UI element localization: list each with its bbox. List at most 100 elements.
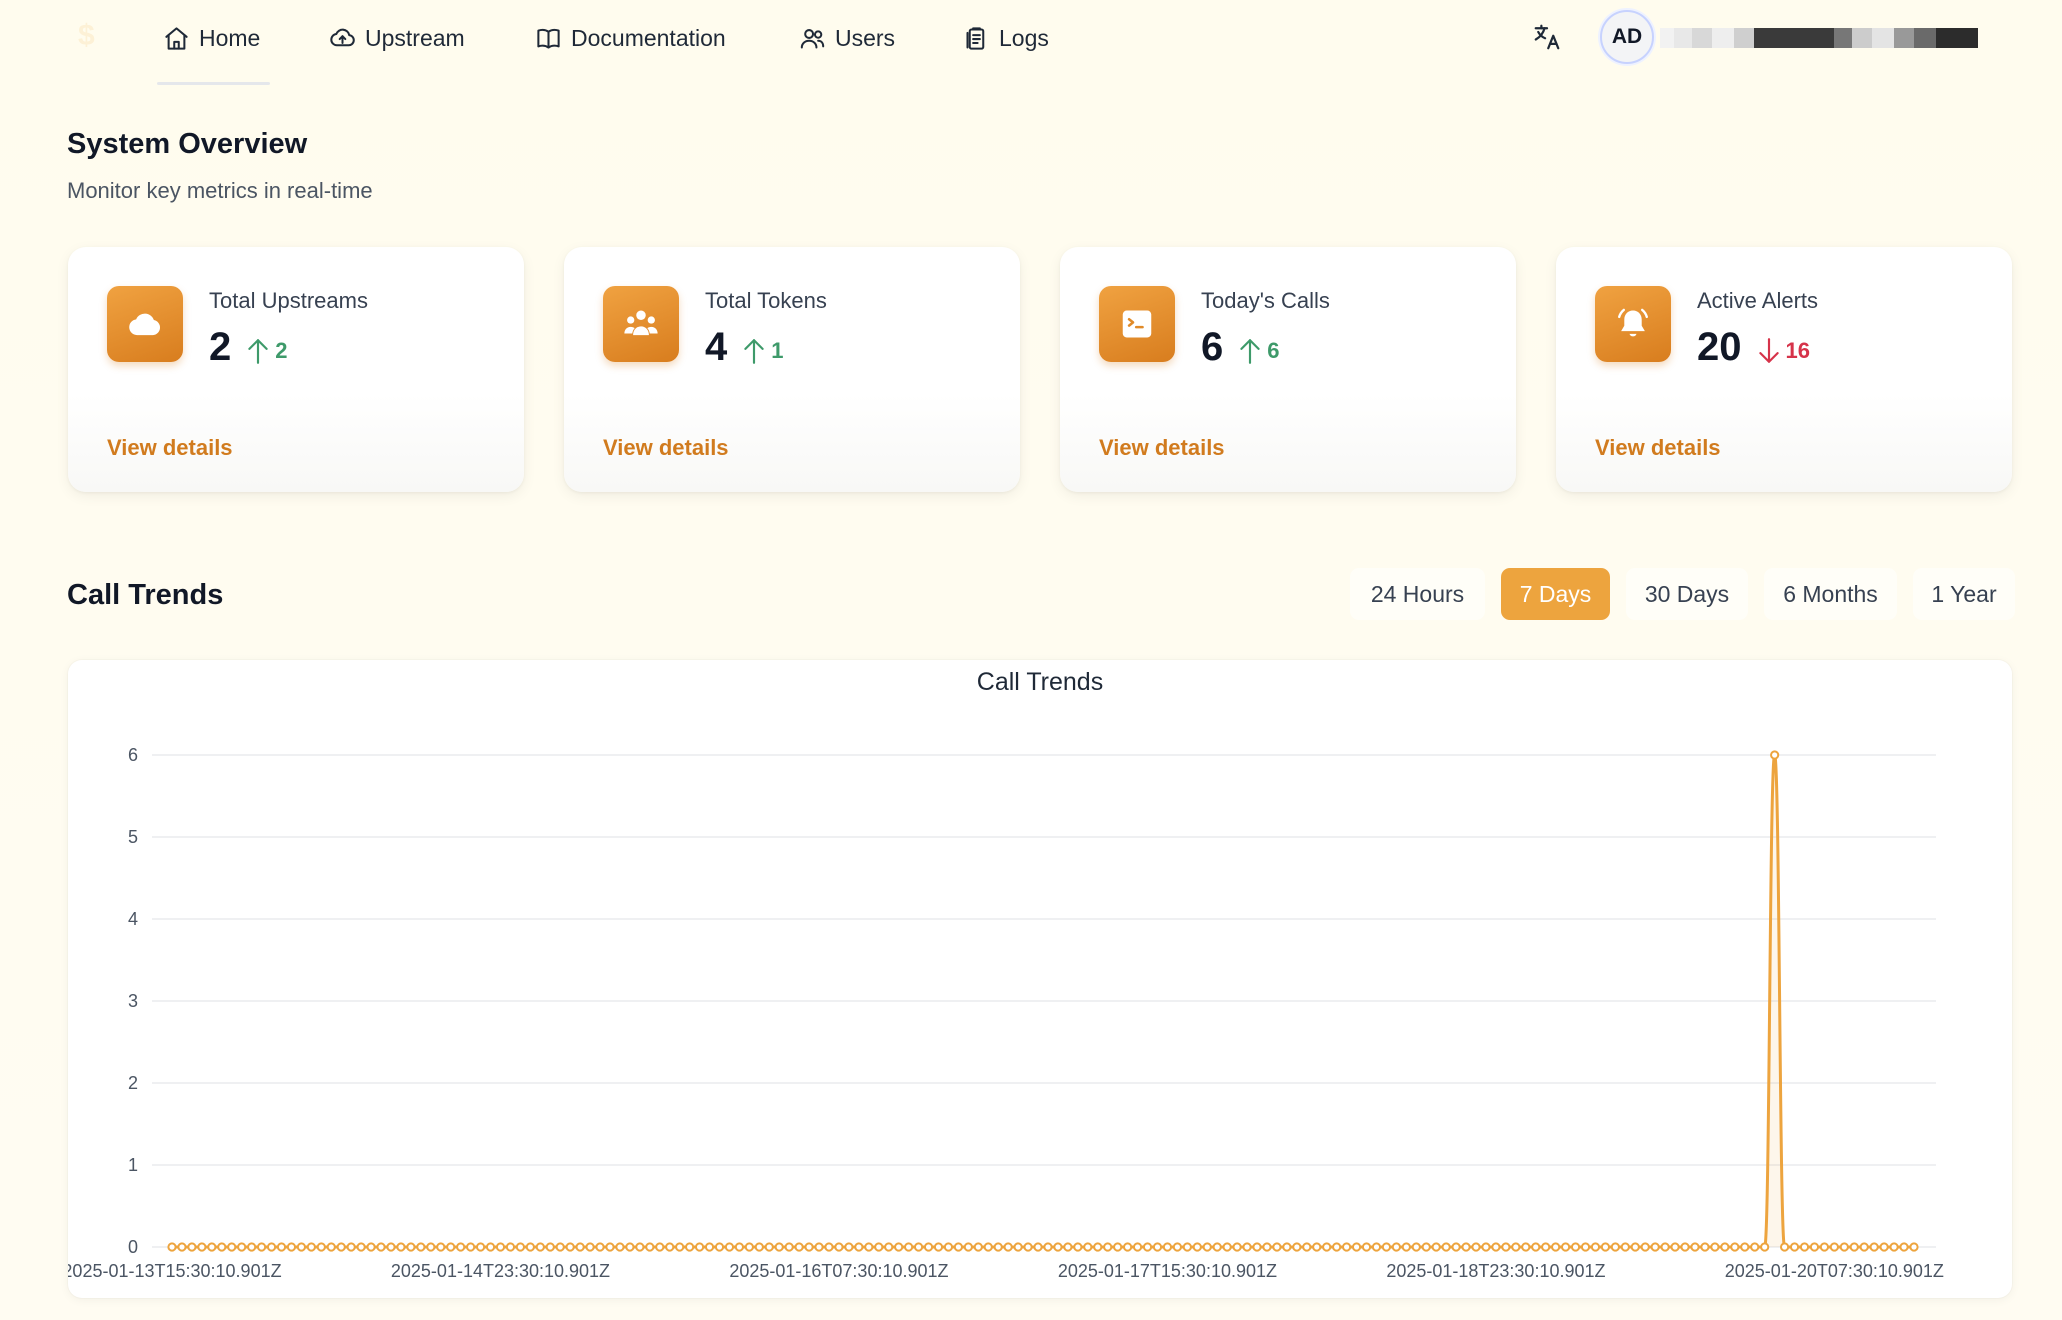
data-point[interactable] [1590, 1242, 1601, 1252]
data-point[interactable] [296, 1242, 307, 1252]
range-tab-6-months[interactable]: 6 Months [1764, 568, 1897, 620]
data-point[interactable] [515, 1242, 525, 1252]
data-point[interactable] [1511, 1242, 1521, 1252]
data-point[interactable] [1561, 1242, 1571, 1252]
data-point[interactable] [1361, 1242, 1372, 1252]
data-point[interactable] [1740, 1242, 1750, 1252]
data-point[interactable] [1103, 1242, 1113, 1252]
data-point[interactable] [366, 1242, 376, 1252]
range-tab-24-hours[interactable]: 24 Hours [1350, 568, 1485, 620]
data-point[interactable] [1212, 1242, 1222, 1252]
data-point[interactable] [1043, 1242, 1053, 1252]
data-point[interactable] [625, 1242, 635, 1252]
data-point[interactable] [207, 1242, 217, 1252]
data-point[interactable] [217, 1242, 227, 1252]
data-point[interactable] [1899, 1242, 1909, 1252]
data-point[interactable] [406, 1242, 416, 1252]
data-point[interactable] [973, 1242, 983, 1252]
data-point[interactable] [1600, 1242, 1611, 1252]
data-point[interactable] [1531, 1242, 1541, 1252]
data-point[interactable] [605, 1242, 615, 1252]
data-point[interactable] [1371, 1242, 1382, 1252]
data-point[interactable] [1083, 1242, 1093, 1252]
data-point[interactable] [704, 1242, 715, 1252]
data-point[interactable] [1182, 1242, 1192, 1252]
data-point[interactable] [1521, 1242, 1531, 1252]
data-point[interactable] [1461, 1242, 1471, 1252]
data-point[interactable] [545, 1242, 555, 1252]
data-point[interactable] [1680, 1242, 1690, 1252]
data-point[interactable] [1770, 750, 1780, 760]
avatar[interactable]: AD [1600, 10, 1654, 64]
data-point[interactable] [1292, 1242, 1302, 1252]
data-point[interactable] [1610, 1242, 1620, 1252]
data-point[interactable] [993, 1242, 1003, 1252]
data-point[interactable] [1013, 1242, 1023, 1252]
data-point[interactable] [1779, 1242, 1790, 1252]
data-point[interactable] [356, 1242, 366, 1252]
data-point[interactable] [844, 1242, 854, 1252]
data-point[interactable] [1501, 1242, 1511, 1252]
view-details-link[interactable]: View details [1099, 435, 1225, 461]
nav-item-documentation[interactable]: Documentation [535, 18, 726, 58]
data-point[interactable] [535, 1242, 545, 1252]
data-point[interactable] [306, 1242, 316, 1252]
data-point[interactable] [1879, 1242, 1889, 1252]
data-point[interactable] [1113, 1242, 1123, 1252]
data-point[interactable] [615, 1242, 625, 1252]
data-point[interactable] [416, 1242, 426, 1252]
data-point[interactable] [1272, 1242, 1282, 1252]
data-point[interactable] [1252, 1242, 1262, 1252]
data-point[interactable] [336, 1242, 346, 1252]
data-point[interactable] [1431, 1242, 1441, 1252]
view-details-link[interactable]: View details [603, 435, 729, 461]
nav-item-users[interactable]: Users [799, 18, 895, 58]
data-point[interactable] [286, 1242, 297, 1252]
data-point[interactable] [685, 1242, 695, 1252]
data-point[interactable] [466, 1242, 476, 1252]
data-point[interactable] [1620, 1242, 1630, 1252]
data-point[interactable] [1570, 1242, 1581, 1252]
data-point[interactable] [1750, 1242, 1760, 1252]
data-point[interactable] [1700, 1242, 1710, 1252]
data-point[interactable] [1690, 1242, 1700, 1252]
data-point[interactable] [1730, 1242, 1740, 1252]
data-point[interactable] [1849, 1242, 1859, 1252]
data-point[interactable] [983, 1242, 993, 1252]
data-point[interactable] [1859, 1242, 1869, 1252]
data-point[interactable] [635, 1242, 645, 1252]
data-point[interactable] [1441, 1242, 1451, 1252]
data-point[interactable] [1640, 1242, 1650, 1252]
data-point[interactable] [744, 1242, 754, 1252]
data-point[interactable] [266, 1242, 277, 1252]
data-point[interactable] [1710, 1242, 1720, 1252]
data-point[interactable] [1332, 1242, 1342, 1252]
data-point[interactable] [346, 1242, 356, 1252]
data-point[interactable] [804, 1242, 814, 1252]
data-point[interactable] [1053, 1242, 1063, 1252]
data-point[interactable] [645, 1242, 655, 1252]
data-point[interactable] [1342, 1242, 1352, 1252]
data-point[interactable] [824, 1242, 834, 1252]
data-point[interactable] [1829, 1242, 1839, 1252]
data-point[interactable] [923, 1242, 934, 1252]
data-point[interactable] [724, 1242, 735, 1252]
data-point[interactable] [1262, 1242, 1272, 1252]
data-point[interactable] [913, 1242, 924, 1252]
data-point[interactable] [386, 1242, 396, 1252]
data-point[interactable] [665, 1242, 675, 1252]
data-point[interactable] [1421, 1242, 1431, 1252]
data-point[interactable] [505, 1242, 516, 1252]
data-point[interactable] [227, 1242, 237, 1252]
data-point[interactable] [1351, 1242, 1362, 1252]
data-point[interactable] [396, 1242, 406, 1252]
data-point[interactable] [475, 1242, 486, 1252]
data-point[interactable] [904, 1242, 914, 1252]
data-point[interactable] [874, 1242, 884, 1252]
data-point[interactable] [675, 1242, 685, 1252]
data-point[interactable] [1123, 1242, 1133, 1252]
data-point[interactable] [276, 1242, 287, 1252]
data-point[interactable] [1541, 1242, 1551, 1252]
data-point[interactable] [1282, 1242, 1292, 1252]
data-point[interactable] [953, 1242, 963, 1252]
